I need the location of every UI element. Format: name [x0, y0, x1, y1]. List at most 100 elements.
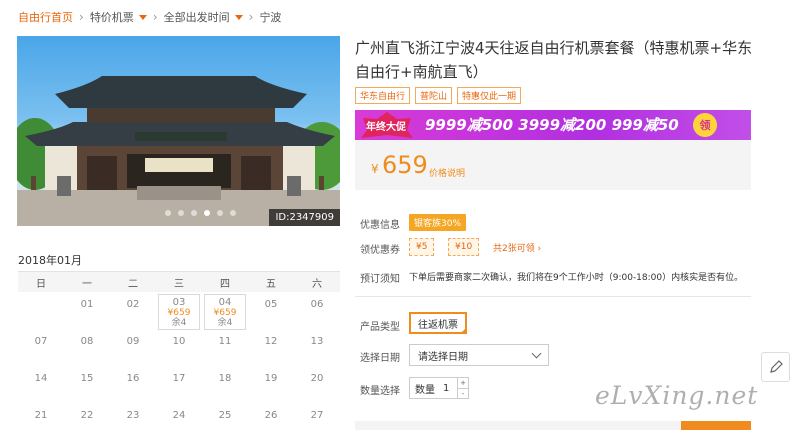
weekday-label: 四	[220, 278, 230, 290]
calendar-day-available[interactable]: 03 ¥659 余4	[158, 294, 200, 330]
calendar-day-number: 02	[126, 299, 140, 310]
section-divider	[355, 296, 751, 297]
calendar-day-number: 18	[218, 373, 232, 384]
coupon-10[interactable]: ¥10	[448, 238, 480, 256]
chevron-right-icon: ›	[152, 10, 158, 24]
type-label: 产品类型	[360, 322, 400, 333]
product-tags: 华东自由行 普陀山 特惠仅此一期	[355, 87, 522, 104]
calendar-day: 19	[248, 368, 294, 405]
carousel-dot[interactable]	[217, 210, 223, 216]
calendar-day-number: 13	[310, 336, 324, 347]
carousel-dots	[165, 210, 236, 216]
calendar-day-number: 07	[34, 336, 48, 347]
qty-text: 数量	[415, 384, 435, 396]
promo-label: 年终大促	[366, 121, 406, 133]
calendar-day: 13	[294, 331, 340, 368]
breadcrumb-time-dropdown[interactable]: 全部出发时间	[164, 9, 243, 25]
calendar-day-number: 16	[126, 373, 140, 384]
calendar-day: 22	[64, 405, 110, 430]
product-type-text: 往返机票	[418, 319, 458, 331]
calendar-day-number: 11	[218, 336, 232, 347]
calendar-day: 20	[294, 368, 340, 405]
watermark: eLvXing.net	[595, 381, 759, 410]
weekday-label: 日	[36, 278, 46, 290]
calendar-day-number: 14	[34, 373, 48, 384]
breadcrumb-city: 宁波	[259, 11, 282, 24]
chevron-down-icon	[531, 348, 542, 359]
calendar-day: 08	[64, 331, 110, 368]
calendar-day-number: 21	[34, 410, 48, 421]
breadcrumb: 自由行首页 › 特价机票 › 全部出发时间 › 宁波	[0, 0, 800, 34]
caret-down-icon	[138, 14, 147, 20]
carousel-dot[interactable]	[191, 210, 197, 216]
calendar-day-available[interactable]: 04 ¥659 余4	[204, 294, 246, 330]
edit-button[interactable]	[761, 352, 790, 382]
calendar-day: 18	[202, 368, 248, 405]
calendar-day: 15	[64, 368, 110, 405]
selected-corner-icon	[460, 327, 467, 334]
weekday-label: 二	[128, 278, 138, 290]
calendar-day: 06	[294, 294, 340, 331]
calendar-day-number: 08	[80, 336, 94, 347]
date-select[interactable]: 请选择日期	[409, 344, 549, 366]
breadcrumb-flight-dropdown[interactable]: 特价机票	[90, 9, 147, 25]
calendar-day: 17	[156, 368, 202, 405]
notice-text: 下单后需要商家二次确认，我们将在9个工作小时（9:00-18:00）内核实是否有…	[409, 273, 744, 283]
price-box: ¥ 659 价格说明	[355, 140, 751, 190]
book-button[interactable]	[681, 421, 751, 430]
carousel-dot-active[interactable]	[204, 210, 210, 216]
calendar-day-number: 27	[310, 410, 324, 421]
calendar-day-price: ¥659	[167, 308, 191, 318]
carousel-dot[interactable]	[178, 210, 184, 216]
qty-minus-button[interactable]: -	[458, 389, 468, 399]
calendar-day	[18, 294, 64, 331]
qty-value: 1	[443, 382, 450, 394]
carousel-dot[interactable]	[165, 210, 171, 216]
weekday-label: 三	[174, 278, 184, 290]
price-currency: ¥	[371, 162, 379, 176]
calendar-day: 14	[18, 368, 64, 405]
calendar-day-number: 05	[264, 299, 278, 310]
product-tag: 普陀山	[415, 87, 453, 104]
qty-plus-button[interactable]: +	[458, 378, 468, 389]
calendar-weekday-header: 日一二三四五六	[18, 272, 340, 292]
calendar-day-price: ¥659	[213, 308, 237, 318]
calendar-day-number: 09	[126, 336, 140, 347]
promo-banner[interactable]: 年终大促 9999减500 3999减200 999减50 领	[355, 110, 751, 140]
calendar-day: 12	[248, 331, 294, 368]
image-id-badge: ID:2347909	[269, 209, 340, 226]
calendar-day-number: 04	[218, 297, 232, 308]
carousel-dot[interactable]	[230, 210, 236, 216]
calendar-day: 25	[202, 405, 248, 430]
coupon-total-link[interactable]: 共2张可领 ›	[493, 241, 541, 254]
product-tag: 特惠仅此一期	[457, 87, 522, 104]
breadcrumb-flight-label: 特价机票	[89, 11, 134, 24]
coupon-5[interactable]: ¥5	[409, 238, 435, 256]
notice-label: 预订须知	[360, 274, 400, 285]
pencil-icon	[769, 360, 783, 373]
calendar-day: 10	[156, 331, 202, 368]
calendar-day-number: 01	[80, 299, 94, 310]
calendar-day-number: 24	[172, 410, 186, 421]
breadcrumb-home-link[interactable]: 自由行首页	[18, 9, 73, 25]
calendar-day: 02	[110, 294, 156, 331]
promo-offers: 9999减500 3999减200 999减50	[425, 116, 679, 134]
coupon-label: 领优惠券	[360, 245, 400, 256]
product-tag: 华东自由行	[355, 87, 411, 104]
weekday-label: 五	[266, 278, 276, 290]
product-photo[interactable]: ID:2347909	[17, 36, 340, 226]
calendar-day-number: 17	[172, 373, 186, 384]
calendar-day-number: 22	[80, 410, 94, 421]
promo-claim-button[interactable]: 领	[693, 113, 717, 137]
calendar-day-number: 06	[310, 299, 324, 310]
quantity-stepper[interactable]: 数量 1 + -	[409, 377, 469, 399]
caret-down-icon	[234, 14, 243, 20]
price-explain-link[interactable]: 价格说明	[429, 166, 465, 179]
calendar-day: 24	[156, 405, 202, 430]
calendar-day-number: 10	[172, 336, 186, 347]
calendar-day: 21	[18, 405, 64, 430]
product-title: 广州直飞浙江宁波4天往返自由行机票套餐（特惠机票+华东自由行+南航直飞）	[355, 39, 753, 81]
chevron-right-icon: ›	[79, 10, 84, 24]
product-type-option[interactable]: 往返机票	[409, 312, 467, 334]
action-bar	[355, 421, 751, 430]
